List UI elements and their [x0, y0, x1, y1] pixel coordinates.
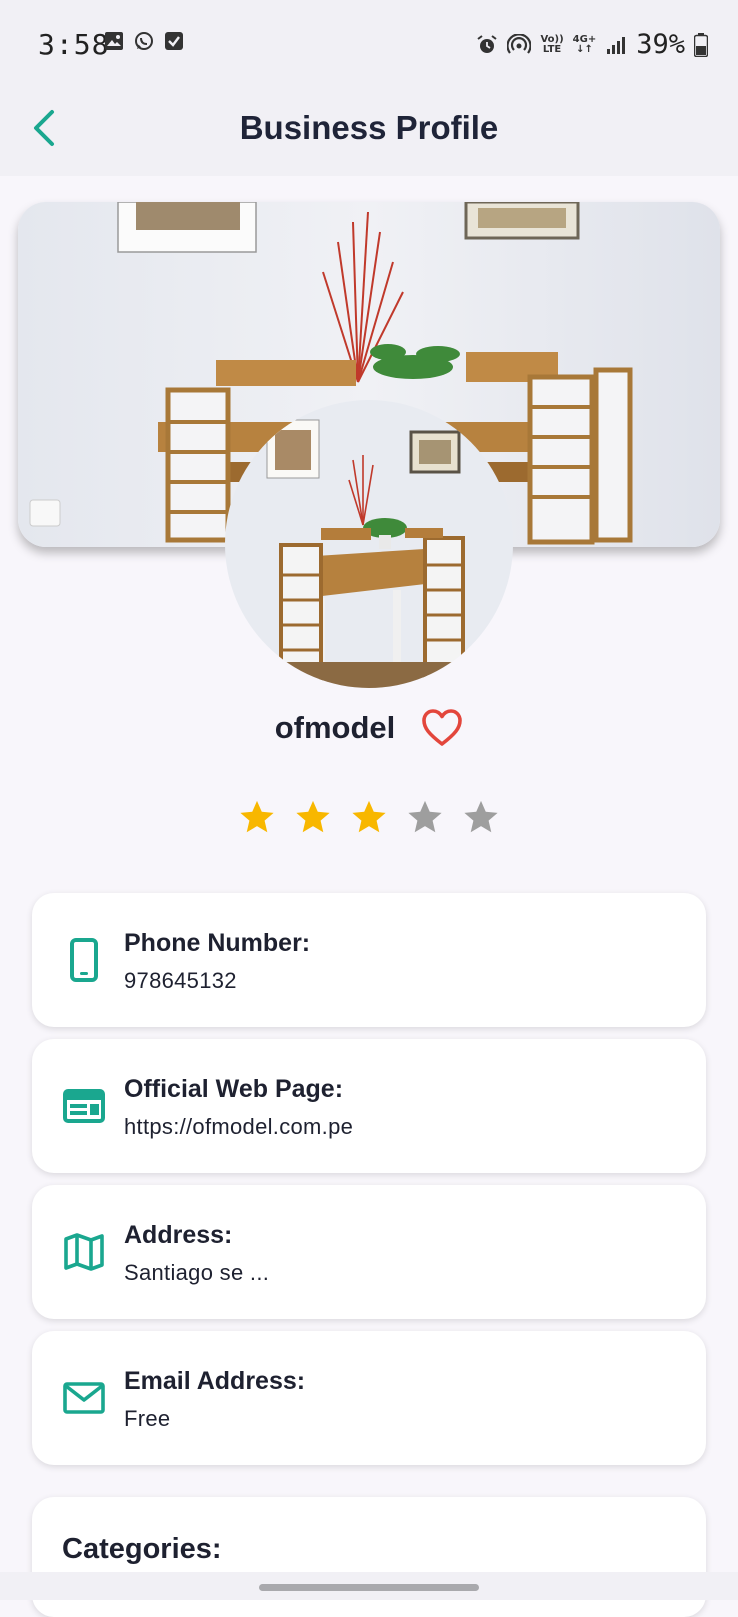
phone-label: Phone Number:	[124, 929, 311, 957]
address-card[interactable]: Address: Santiago se ...	[32, 1185, 706, 1319]
email-value: Free	[124, 1406, 171, 1431]
email-icon	[63, 1382, 105, 1414]
business-name-row: ofmodel	[0, 708, 738, 748]
phone-card[interactable]: Phone Number: 978645132	[32, 893, 706, 1027]
phone-icon	[70, 938, 98, 982]
map-icon	[64, 1233, 104, 1271]
status-time: 3:58	[38, 28, 110, 61]
gallery-icon	[105, 32, 123, 50]
email-card[interactable]: Email Address: Free	[32, 1331, 706, 1465]
star-empty-icon	[408, 800, 442, 833]
system-nav-bar	[0, 1572, 738, 1600]
signal-icon	[607, 36, 626, 54]
app-bar: Business Profile	[0, 88, 738, 176]
business-name: ofmodel	[274, 710, 396, 745]
page-title: Business Profile	[239, 109, 499, 146]
check-icon	[165, 32, 183, 50]
star-filled-icon	[240, 800, 274, 833]
star-filled-icon	[296, 800, 330, 833]
rating-stars	[0, 798, 738, 836]
star-empty-icon	[464, 800, 498, 833]
profile-avatar	[225, 400, 513, 688]
website-label: Official Web Page:	[124, 1075, 344, 1103]
hotspot-icon	[507, 33, 532, 54]
star-filled-icon	[352, 800, 386, 833]
battery-icon	[694, 32, 708, 57]
website-card[interactable]: Official Web Page: https://ofmodel.com.p…	[32, 1039, 706, 1173]
whatsapp-icon	[135, 32, 153, 50]
heart-outline-icon[interactable]	[421, 708, 463, 748]
email-label: Email Address:	[124, 1367, 306, 1395]
website-value: https://ofmodel.com.pe	[124, 1114, 354, 1139]
battery-percent: 39%	[636, 29, 685, 60]
address-value: Santiago se ...	[124, 1260, 270, 1285]
alarm-icon	[477, 34, 498, 53]
categories-label: Categories:	[62, 1533, 222, 1565]
volte-indicator: Vo)) LTE	[540, 33, 564, 55]
status-bar: 3:58 Vo)) LTE 4G+ ↓↑ 39%	[0, 0, 738, 88]
system-icons: Vo)) LTE 4G+ ↓↑ 39%	[476, 29, 708, 60]
phone-value: 978645132	[124, 968, 237, 993]
web-icon	[63, 1089, 105, 1123]
notification-icons	[104, 31, 184, 51]
network-type-indicator: 4G+ ↓↑	[572, 33, 597, 55]
home-gesture-handle[interactable]	[259, 1584, 479, 1591]
address-label: Address:	[124, 1221, 233, 1249]
